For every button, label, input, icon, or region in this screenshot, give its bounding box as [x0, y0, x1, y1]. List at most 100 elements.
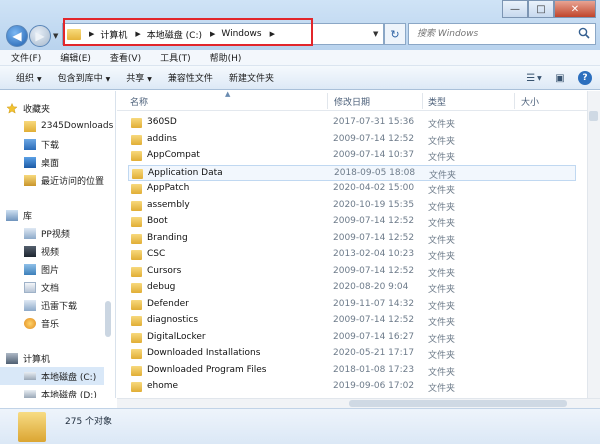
nav-item-videos[interactable]: 视频 [24, 242, 115, 260]
back-button[interactable]: ◀ [6, 25, 28, 47]
chevron-right-icon[interactable]: ▶ [270, 30, 275, 38]
column-type[interactable]: 类型 [428, 95, 446, 108]
menu-tools[interactable]: 工具(T) [149, 51, 199, 64]
file-row[interactable]: 360SD 2017-07-31 15:36 文件夹 [128, 115, 576, 131]
file-row[interactable]: ehome 2019-09-06 17:02 文件夹 [128, 379, 576, 395]
column-divider[interactable] [327, 93, 328, 109]
preview-pane-button[interactable]: ▣ [552, 70, 568, 86]
menu-help[interactable]: 帮助(H) [199, 51, 250, 64]
nav-item-pp-video[interactable]: PP视频 [24, 224, 115, 242]
search-input[interactable] [417, 25, 577, 43]
nav-item-music[interactable]: 音乐 [24, 314, 115, 332]
organize-button[interactable]: 组织 ▼ [0, 71, 42, 84]
vertical-scrollbar[interactable] [587, 91, 600, 398]
file-row[interactable]: Defender 2019-11-07 14:32 文件夹 [128, 297, 576, 313]
file-row[interactable]: CSC 2013-02-04 10:23 文件夹 [128, 247, 576, 263]
chevron-right-icon[interactable]: ▶ [135, 30, 140, 38]
help-button[interactable]: ? [578, 71, 592, 85]
horizontal-scrollbar-thumb[interactable] [349, 400, 567, 407]
nav-drive-d[interactable]: 本地磁盘 (D:) [24, 385, 115, 399]
file-row[interactable]: Branding 2009-07-14 12:52 文件夹 [128, 231, 576, 247]
nav-item-label: 文档 [41, 283, 60, 294]
menu-file[interactable]: 文件(F) [0, 51, 49, 64]
nav-item-label: 音乐 [41, 319, 60, 330]
include-library-button[interactable]: 包含到库中 ▼ [42, 71, 111, 84]
nav-computer[interactable]: 计算机 [6, 349, 114, 367]
details-pane: 275 个对象 [0, 408, 600, 444]
file-row[interactable]: assembly 2020-10-19 15:35 文件夹 [128, 198, 576, 214]
minimize-button[interactable]: — [502, 0, 528, 18]
column-date-modified[interactable]: 修改日期 [334, 95, 370, 108]
share-button[interactable]: 共享 ▼ [110, 71, 152, 84]
nav-item-desktop[interactable]: 桌面 [24, 153, 115, 171]
breadcrumb-windows[interactable]: Windows [221, 29, 261, 39]
document-library-icon [24, 281, 36, 293]
horizontal-scrollbar[interactable] [117, 398, 600, 408]
nav-item-pictures[interactable]: 图片 [24, 260, 115, 278]
file-row[interactable]: AppCompat 2009-07-14 10:37 文件夹 [128, 148, 576, 164]
file-row[interactable]: debug 2020-08-20 9:04 文件夹 [128, 280, 576, 296]
nav-scrollbar-thumb[interactable] [105, 301, 111, 337]
file-date: 2009-07-14 12:52 [333, 232, 415, 243]
file-name: 360SD [147, 117, 177, 127]
column-size[interactable]: 大小 [521, 95, 539, 108]
file-row[interactable]: AppPatch 2020-04-02 15:00 文件夹 [128, 181, 576, 197]
file-date: 2009-07-14 16:27 [333, 331, 415, 342]
close-button[interactable]: ✕ [554, 0, 596, 18]
view-options-button[interactable]: ☰ ▼ [526, 70, 542, 86]
recent-pages-dropdown[interactable]: ▼ [53, 32, 58, 40]
maximize-button[interactable]: □ [528, 0, 554, 18]
vertical-scrollbar-thumb[interactable] [589, 111, 598, 121]
nav-favorites-label: 收藏夹 [23, 104, 51, 115]
nav-item-label: 迅雷下载 [41, 301, 78, 312]
chevron-right-icon[interactable]: ▶ [89, 30, 94, 38]
file-name: Application Data [148, 167, 223, 178]
nav-item-downloads[interactable]: 下载 [24, 135, 115, 153]
search-box[interactable] [408, 23, 596, 45]
file-row[interactable]: Cursors 2009-07-14 12:52 文件夹 [128, 264, 576, 280]
menu-edit[interactable]: 编辑(E) [49, 51, 99, 64]
search-icon[interactable] [578, 27, 590, 39]
file-row[interactable]: diagnostics 2009-07-14 12:52 文件夹 [128, 313, 576, 329]
file-name: Downloaded Installations [147, 348, 261, 358]
nav-libraries[interactable]: 库 [6, 206, 114, 224]
file-name: ehome [147, 381, 179, 391]
address-bar[interactable]: ▶ 计算机 ▶ 本地磁盘 (C:) ▶ Windows ▶ [62, 23, 384, 45]
column-divider[interactable] [514, 93, 515, 109]
nav-item-thunder-downloads[interactable]: 迅雷下载 [24, 296, 115, 314]
nav-item-label: PP视频 [41, 229, 70, 240]
breadcrumb-drive-c[interactable]: 本地磁盘 (C:) [147, 28, 202, 41]
forward-button[interactable]: ▶ [29, 25, 51, 47]
file-type: 文件夹 [428, 268, 456, 279]
file-row[interactable]: Downloaded Program Files 2018-01-08 17:23… [128, 363, 576, 379]
nav-libraries-label: 库 [23, 211, 33, 222]
nav-item-label: 本地磁盘 (D:) [41, 390, 97, 399]
file-row[interactable]: DigitalLocker 2009-07-14 16:27 文件夹 [128, 330, 576, 346]
nav-favorites[interactable]: 收藏夹 [6, 99, 114, 117]
breadcrumb-computer[interactable]: 计算机 [100, 28, 127, 41]
file-row[interactable]: Application Data 2018-09-05 18:08 文件夹 [128, 164, 576, 181]
chevron-right-icon[interactable]: ▶ [210, 30, 215, 38]
file-name: Cursors [147, 265, 182, 276]
nav-drive-c[interactable]: 本地磁盘 (C:) [0, 367, 104, 385]
address-history-dropdown[interactable]: ▼ [373, 30, 378, 38]
file-row[interactable]: Boot 2009-07-14 12:52 文件夹 [128, 214, 576, 230]
file-name: AppCompat [147, 150, 200, 160]
column-divider[interactable] [422, 93, 423, 109]
compatibility-files-button[interactable]: 兼容性文件 [152, 71, 213, 84]
file-row[interactable]: Downloaded Installations 2020-05-21 17:17… [128, 346, 576, 362]
file-type: 文件夹 [428, 318, 456, 328]
nav-item-documents[interactable]: 文档 [24, 278, 115, 296]
nav-item-2345downloads[interactable]: 2345Downloads [24, 117, 115, 135]
menu-view[interactable]: 查看(V) [99, 51, 149, 64]
refresh-button[interactable]: ↻ [384, 23, 406, 45]
file-date: 2009-07-14 12:52 [333, 133, 415, 144]
nav-item-recent-places[interactable]: 最近访问的位置 [24, 171, 115, 189]
new-folder-button[interactable]: 新建文件夹 [213, 71, 274, 84]
column-name[interactable]: 名称 [130, 95, 148, 108]
file-row[interactable]: addins 2009-07-14 12:52 文件夹 [128, 132, 576, 148]
nav-item-label: 桌面 [41, 158, 60, 169]
command-toolbar: 组织 ▼ 包含到库中 ▼ 共享 ▼ 兼容性文件 新建文件夹 ☰ ▼ ▣ ? [0, 66, 600, 90]
folder-icon [18, 412, 46, 442]
folder-icon [131, 332, 142, 343]
